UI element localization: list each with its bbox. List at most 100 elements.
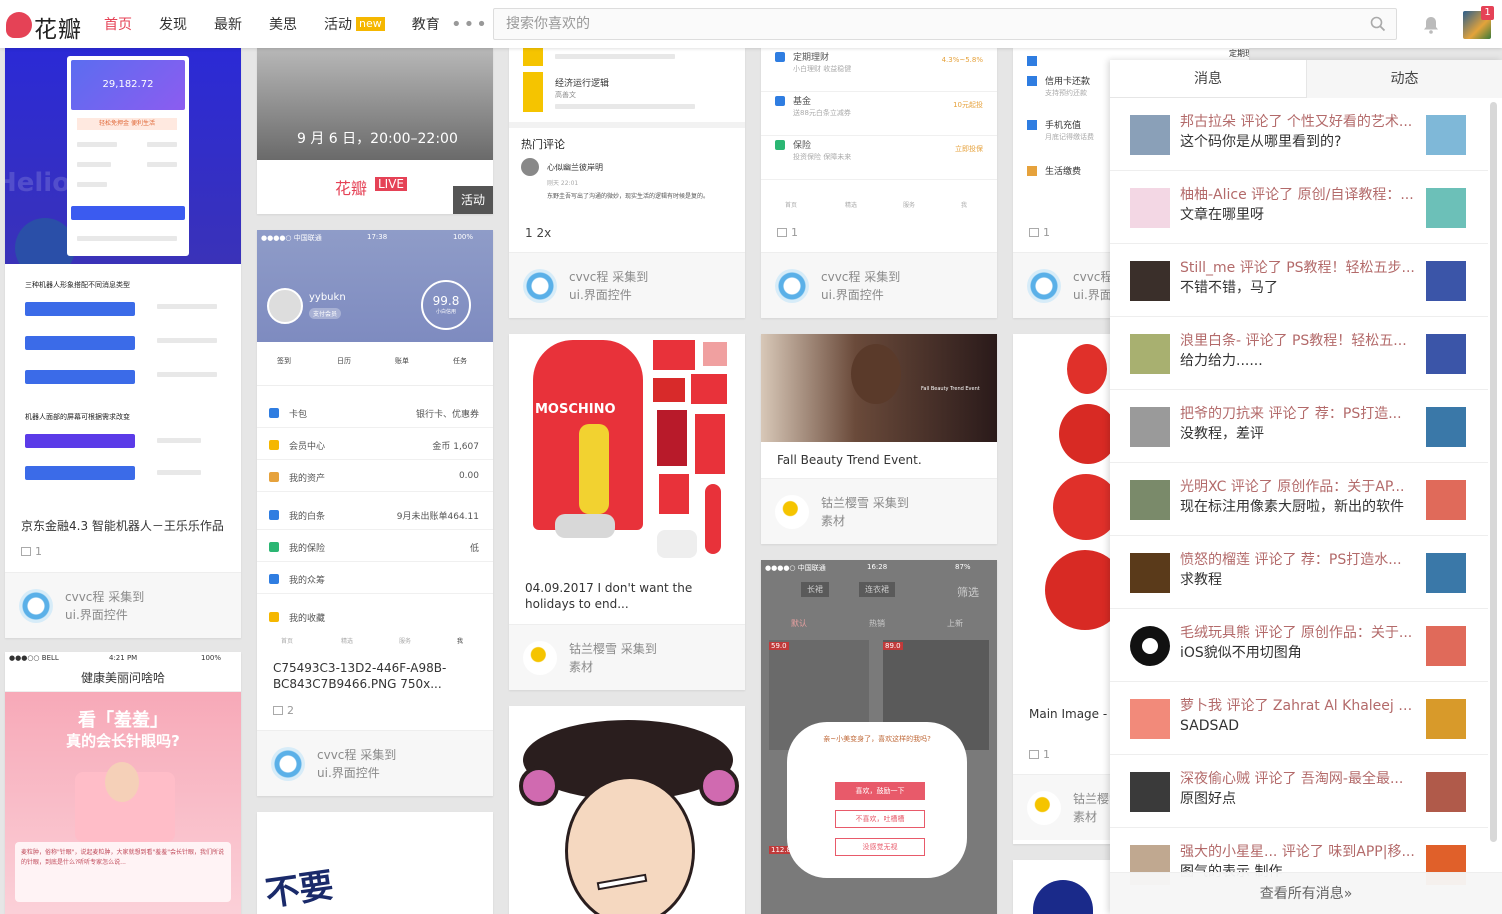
phone-status-bar: ●●●○○ BELL 4:21 PM 100% (5, 652, 241, 664)
nav-meisi[interactable]: 美思 (269, 0, 297, 48)
pin-card-jd-robot[interactable]: Helio 29,182.72 轻松免押金 便利生活 三种机器人形象搭配不同消息… (5, 48, 241, 638)
notification-item[interactable]: 萝卜我 评论了 Zahrat Al Khaleej Br... SADSAD (1110, 682, 1488, 755)
book-author: 高善文 (555, 91, 576, 99)
notification-summary: 萝卜我 评论了 Zahrat Al Khaleej Br... (1180, 696, 1416, 716)
event-time: 9 月 6 日，20:00–22:00 (297, 131, 458, 147)
more-menu-icon[interactable]: ••• (451, 14, 489, 35)
via-board[interactable]: cvvc程 采集到 ui.界面控件 (257, 730, 493, 796)
pin-card-shop-app[interactable]: ●●●●○ 中国联通 16:28 87% 长裙 连衣裙 筛选 默认 热销 上新 … (761, 560, 997, 914)
target-pin: Zahrat Al Khaleej Br... (1272, 698, 1416, 714)
pin-thumbnail[interactable] (1426, 699, 1466, 739)
item-label: 我的白条 (289, 512, 326, 522)
pin-card-finance[interactable]: 定期理财 小白理财 收益稳健 4.3%~5.8% 基金 送88元白条立减券 10元起投 … (761, 48, 997, 318)
notification-item[interactable]: 愤怒的榴莲 评论了 荐：PS打造水... 求教程 (1110, 536, 1488, 609)
pin-description: C75493C3-13D2-446F-A98B-BC843C7B9466.PNG… (273, 661, 447, 691)
pin-card-wallet[interactable]: ●●●●○ 中国联通 17:38 100% yybukn 支付会员 99.8 小… (257, 230, 493, 796)
sort-hot: 热销 (869, 619, 885, 628)
via-board[interactable]: cvvc程 采集到 ui.界面控件 (761, 252, 997, 318)
bell-icon[interactable] (1423, 16, 1439, 34)
action-verb: 评论了 (1268, 406, 1311, 422)
pin-thumbnail[interactable] (1426, 188, 1466, 228)
pin-card-health[interactable]: ●●●○○ BELL 4:21 PM 100% 健康美丽问啥哈 看「羞羞」 真的… (5, 652, 241, 914)
pin-thumbnail[interactable] (1426, 772, 1466, 812)
sender-name: 邦古拉朵 (1180, 114, 1236, 130)
logo-text: 花瓣 (34, 17, 82, 43)
tabbar-home: 首页 (281, 638, 294, 645)
pin-card-beauty[interactable]: Fall Beauty Trend Event Fall Beauty Tren… (761, 334, 997, 544)
list-item: 会员中心 金币 1,607 (257, 430, 493, 460)
nav-label: 美思 (269, 17, 297, 33)
comment-text: 给力给力...... (1180, 353, 1263, 369)
repin-count: 1 (1029, 226, 1050, 239)
pin-thumbnail[interactable] (1426, 261, 1466, 301)
list-item: 我的资产 0.00 (257, 462, 493, 492)
pin-description: 京东金融4.3 智能机器人－王乐乐作品 (21, 519, 224, 533)
status-battery: 100% (453, 233, 474, 241)
nav-label: 首页 (104, 17, 132, 33)
notification-summary: 邦古拉朵 评论了 个性又好看的艺术... (1180, 112, 1416, 132)
repin-icon (21, 547, 31, 556)
item-label: 会员中心 (289, 442, 326, 452)
action-verb: 评论了 (1245, 333, 1288, 349)
comment-text: 东野圭吾写出了沟通的微妙，现实生活的逻辑有时候是复的。 (547, 193, 710, 200)
via-board[interactable]: 钴兰樱雪 采集到素材 (509, 624, 745, 690)
notification-item[interactable]: 把爷的刀抗来 评论了 荐：PS打造... 没教程，差评 (1110, 390, 1488, 463)
nav-home[interactable]: 首页 (104, 0, 132, 48)
nav-events[interactable]: 活动 new (324, 0, 385, 48)
notifications-panel: 消息 动态 邦古拉朵 评论了 个性又好看的艺术... 这个码你是从哪里看到的? 柚… (1110, 60, 1502, 914)
tab-messages[interactable]: 消息 (1110, 60, 1306, 98)
via-board[interactable]: cvvc程 采集到 ui.界面控件 (5, 572, 241, 638)
repin-count: 2 (273, 704, 294, 717)
see-all-messages-link[interactable]: 查看所有消息» (1110, 872, 1502, 914)
search-input[interactable] (494, 9, 1354, 39)
board-avatar (1027, 791, 1061, 825)
sender-avatar (1130, 334, 1170, 374)
tab-activity[interactable]: 动态 (1306, 60, 1502, 98)
pin-card-event[interactable]: 9 月 6 日，20:00–22:00 花瓣 LIVE 活动 (257, 48, 493, 214)
nav-discover[interactable]: 发现 (159, 0, 187, 48)
notification-item[interactable]: 柚柚-Alice 评论了 原创/自译教程：... 文章在哪里呀 (1110, 171, 1488, 244)
comment-text: 原图好点 (1180, 791, 1236, 807)
nav-latest[interactable]: 最新 (214, 0, 242, 48)
board-avatar (1027, 269, 1061, 303)
tabbar-me: 我 (457, 638, 464, 645)
notification-item[interactable]: 浪里白条- 评论了 PS教程！轻松五... 给力给力...... (1110, 317, 1488, 390)
via-board[interactable]: 钴兰樱雪 采集到素材 (761, 478, 997, 544)
sender-avatar (1130, 553, 1170, 593)
pin-card-moschino[interactable]: MOSCHINO 04.09.2017 I don't want the hol… (509, 334, 745, 690)
service-item-sub: 支持预约还款 (1045, 89, 1087, 97)
pin-thumbnail[interactable] (1426, 407, 1466, 447)
notification-item[interactable]: Still_me 评论了 PS教程！轻松五步... 不错不错，马了 (1110, 244, 1488, 317)
logo-mark-icon (6, 12, 32, 38)
via-board-name: ui.界面控件 (317, 766, 380, 780)
search-icon[interactable] (1370, 16, 1386, 32)
pin-description: 04.09.2017 I don't want the holidays to … (525, 581, 693, 611)
via-board[interactable]: cvvc程 采集到 ui.界面控件 (509, 252, 745, 318)
notification-item[interactable]: 毛绒玩具熊 评论了 原创作品：关于... iOS貌似不用切图角 (1110, 609, 1488, 682)
notification-list: 邦古拉朵 评论了 个性又好看的艺术... 这个码你是从哪里看到的? 柚柚-Alic… (1110, 98, 1488, 901)
pin-card-face[interactable] (509, 706, 745, 914)
article-hero: 看「羞羞」 真的会长针眼吗? 麦粒肿，俗称"针眼"，说起麦粒肿，大家就想到看"羞… (5, 692, 241, 914)
notification-item[interactable]: 邦古拉朵 评论了 个性又好看的艺术... 这个码你是从哪里看到的? (1110, 98, 1488, 171)
grid-bill: 账单 (395, 357, 409, 365)
pin-thumbnail[interactable] (1426, 626, 1466, 666)
notification-item[interactable]: 光明XC 评论了 原创作品：关于AP... 现在标注用像素大厨啦，新出的软件 (1110, 463, 1488, 536)
logo[interactable]: 花瓣 (6, 10, 86, 43)
pin-thumbnail[interactable] (1426, 553, 1466, 593)
ignore-button: 没感觉无视 (835, 838, 925, 856)
via-user: cvvc程 采集到 (569, 270, 649, 284)
pin-thumbnail[interactable] (1426, 115, 1466, 155)
sender-avatar (1130, 115, 1170, 155)
pin-card-sticker[interactable]: 不要 (257, 812, 493, 914)
sender-avatar (1130, 480, 1170, 520)
panel-scrollbar[interactable] (1490, 102, 1497, 842)
sender-avatar (1130, 699, 1170, 739)
nav-education[interactable]: 教育 (412, 0, 440, 48)
notification-item[interactable]: 深夜偷心贼 评论了 吾淘网-最全最... 原图好点 (1110, 755, 1488, 828)
repin-value: 1 (1043, 226, 1050, 239)
pin-thumbnail[interactable] (1426, 480, 1466, 520)
pin-thumbnail[interactable] (1426, 334, 1466, 374)
pin-card-books[interactable]: 经济运行逻辑 高善文 热门评论 心似幽兰彼岸明 刚天 22:01 东野圭吾写出了… (509, 48, 745, 318)
target-pin: 吾淘网-最全最... (1300, 771, 1404, 787)
book-title: 经济运行逻辑 (555, 79, 610, 89)
